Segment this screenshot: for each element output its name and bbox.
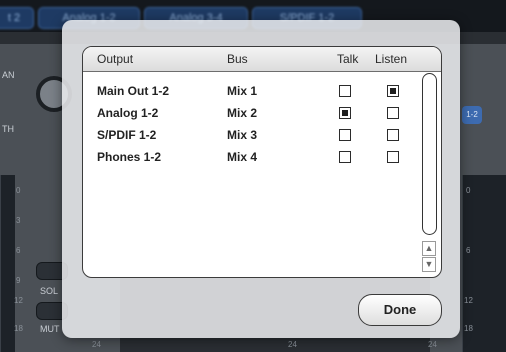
background-tab: t 2 xyxy=(0,7,34,29)
talk-checkbox[interactable] xyxy=(339,151,351,163)
table-row[interactable]: S/PDIF 1-2 Mix 3 xyxy=(83,126,423,148)
talk-checkbox[interactable] xyxy=(339,129,351,141)
scroll-down-icon[interactable]: ▼ xyxy=(422,257,436,272)
bus-name: Mix 1 xyxy=(227,84,258,98)
bus-name: Mix 3 xyxy=(227,128,258,142)
listen-checkbox[interactable] xyxy=(387,129,399,141)
table-row[interactable]: Analog 1-2 Mix 2 xyxy=(83,104,423,126)
listen-checkbox[interactable] xyxy=(387,107,399,119)
background-scale-mark: 0 xyxy=(16,186,21,195)
column-header-talk: Talk xyxy=(337,52,359,66)
background-meter xyxy=(0,175,15,352)
background-scale-mark: 3 xyxy=(16,216,21,225)
background-scale-mark: 9 xyxy=(16,276,21,285)
column-header-bus: Bus xyxy=(227,52,248,66)
talk-checkbox[interactable] xyxy=(339,85,351,97)
scrollbar-thumb[interactable] xyxy=(422,73,437,235)
column-header-output: Output xyxy=(97,52,134,66)
listen-checkbox[interactable] xyxy=(387,85,399,97)
background-label: TH xyxy=(2,124,14,134)
output-name: Main Out 1-2 xyxy=(97,84,170,98)
output-name: S/PDIF 1-2 xyxy=(97,128,157,142)
output-name: Analog 1-2 xyxy=(97,106,159,120)
listen-checkbox[interactable] xyxy=(387,151,399,163)
background-scale-mark: 6 xyxy=(16,246,21,255)
output-name: Phones 1-2 xyxy=(97,150,162,164)
background-scale-mark: 12 xyxy=(464,296,473,305)
background-label: SOL xyxy=(40,286,59,296)
done-button[interactable]: Done xyxy=(358,294,442,326)
scroll-up-icon[interactable]: ▲ xyxy=(422,241,436,256)
table-row[interactable]: Main Out 1-2 Mix 1 xyxy=(83,82,423,104)
bus-name: Mix 4 xyxy=(227,150,258,164)
background-label: MUT xyxy=(40,324,60,334)
bus-name: Mix 2 xyxy=(227,106,258,120)
table-row[interactable]: Phones 1-2 Mix 4 xyxy=(83,148,423,170)
background-meter-value: 24 xyxy=(428,340,437,349)
background-scale-mark: 0 xyxy=(466,186,471,195)
column-header-listen: Listen xyxy=(375,52,408,66)
vertical-scrollbar[interactable]: ▲ ▼ xyxy=(421,73,437,273)
background-meter-value: 24 xyxy=(92,340,101,349)
background-scale-mark: 18 xyxy=(464,324,473,333)
background-scale-mark: 12 xyxy=(14,296,23,305)
background-tag: 1-2 xyxy=(462,106,482,124)
talk-checkbox[interactable] xyxy=(339,107,351,119)
background-scale-mark: 18 xyxy=(14,324,23,333)
output-routing-list: Output Bus Talk Listen Main Out 1-2 Mix … xyxy=(82,46,442,278)
background-meter-value: 24 xyxy=(288,340,297,349)
list-header: Output Bus Talk Listen xyxy=(83,47,441,72)
background-label: AN xyxy=(2,70,15,80)
background-scale-mark: 6 xyxy=(466,246,471,255)
